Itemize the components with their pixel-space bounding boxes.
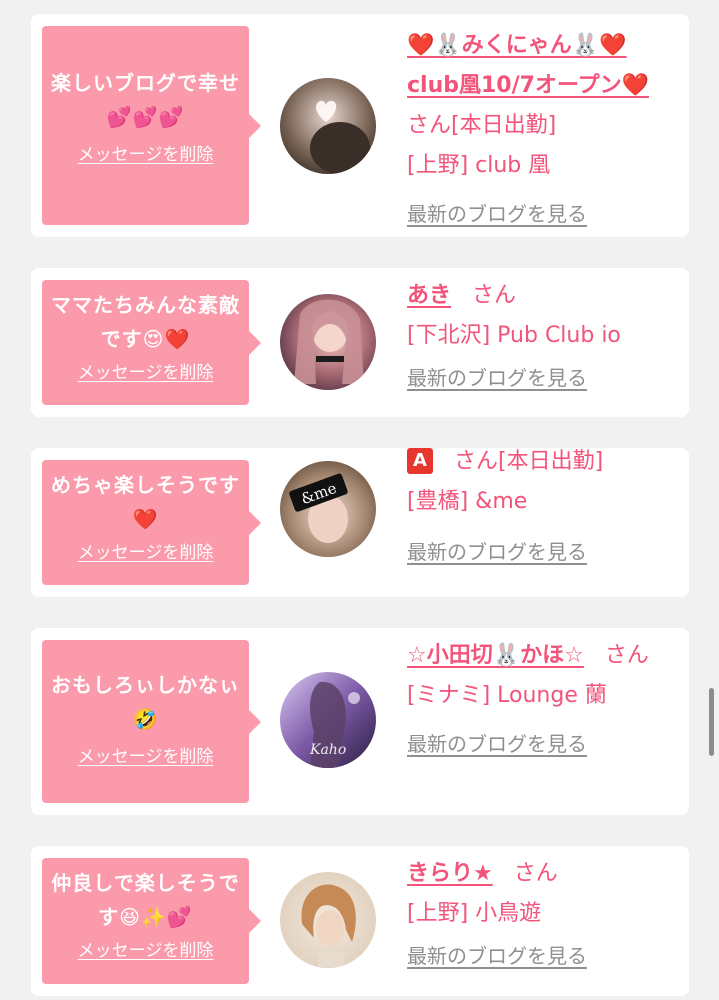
san-suffix: さん — [604, 643, 649, 668]
message-bubble: ママたちみんな素敵です😍❤️ メッセージを削除 — [42, 280, 261, 405]
shop-info: [上野] club 凰 — [407, 153, 551, 178]
delete-message-link[interactable]: メッセージを削除 — [78, 936, 214, 961]
avatar[interactable] — [280, 78, 376, 174]
message-bubble: めちゃ楽しそうです❤️ メッセージを削除 — [42, 460, 261, 585]
avatar[interactable]: &me — [280, 461, 376, 557]
user-info: あき さん [下北沢] Pub Club io 最新のブログを見る — [407, 276, 673, 399]
user-name-link[interactable]: ☆小田切🐰かほ☆ — [407, 643, 584, 668]
avatar[interactable] — [280, 294, 376, 390]
list-item: おもしろぃしかなぃ🤣 メッセージを削除 Kaho ☆小田切🐰かほ☆ さん [ミナ… — [31, 628, 689, 815]
user-name-link[interactable]: あき — [407, 283, 451, 308]
svg-text:Kaho: Kaho — [309, 742, 346, 758]
message-list: 楽しいブログで幸せ💕💕💕 メッセージを削除 ❤️🐰みくにゃん🐰❤️club凰10… — [31, 14, 689, 1000]
list-item: 楽しいブログで幸せ💕💕💕 メッセージを削除 ❤️🐰みくにゃん🐰❤️club凰10… — [31, 14, 689, 237]
avatar-photo-icon: &me — [280, 461, 376, 557]
avatar-photo-icon — [280, 78, 376, 174]
delete-message-link[interactable]: メッセージを削除 — [78, 140, 214, 165]
latest-blog-link[interactable]: 最新のブログを見る — [407, 936, 587, 976]
san-suffix: さん — [454, 449, 499, 474]
latest-blog-link[interactable]: 最新のブログを見る — [407, 532, 587, 572]
shop-info: [ミナミ] Lounge 蘭 — [407, 683, 607, 708]
delete-message-link[interactable]: メッセージを削除 — [78, 742, 214, 767]
message-bubble: 楽しいブログで幸せ💕💕💕 メッセージを削除 — [42, 26, 261, 225]
message-text: おもしろぃしかなぃ🤣 — [51, 673, 240, 731]
status-badge: [本日出勤] — [498, 449, 604, 474]
list-item: めちゃ楽しそうです❤️ メッセージを削除 &me A さん[本日出勤] [豊橋]… — [31, 448, 689, 597]
list-item: 仲良しで楽しそうです😆✨💕 メッセージを削除 きらり★ さん [上野] 小鳥遊 … — [31, 846, 689, 996]
user-info: ❤️🐰みくにゃん🐰❤️club凰10/7オープン❤️ さん[本日出勤] [上野]… — [407, 26, 673, 235]
avatar-photo-icon: Kaho — [280, 672, 376, 768]
shop-info: [上野] 小鳥遊 — [407, 901, 542, 926]
san-suffix: さん — [407, 113, 452, 138]
avatar[interactable]: Kaho — [280, 672, 376, 768]
message-text: ママたちみんな素敵です😍❤️ — [51, 293, 240, 351]
message-list-page: 楽しいブログで幸せ💕💕💕 メッセージを削除 ❤️🐰みくにゃん🐰❤️club凰10… — [0, 0, 719, 1000]
user-info: ☆小田切🐰かほ☆ さん [ミナミ] Lounge 蘭 最新のブログを見る — [407, 636, 673, 765]
avatar[interactable] — [280, 872, 376, 968]
list-item: ママたちみんな素敵です😍❤️ メッセージを削除 あき さん [下北沢] Pub … — [31, 268, 689, 417]
latest-blog-link[interactable]: 最新のブログを見る — [407, 194, 587, 234]
user-info: きらり★ さん [上野] 小鳥遊 最新のブログを見る — [407, 854, 673, 977]
avatar-photo-icon — [280, 872, 376, 968]
san-suffix: さん — [472, 283, 517, 308]
scrollbar[interactable] — [709, 688, 714, 756]
delete-message-link[interactable]: メッセージを削除 — [78, 538, 214, 563]
message-text: 楽しいブログで幸せ💕💕💕 — [51, 71, 240, 129]
message-text: めちゃ楽しそうです❤️ — [51, 473, 240, 531]
latest-blog-link[interactable]: 最新のブログを見る — [407, 358, 587, 398]
latest-blog-link[interactable]: 最新のブログを見る — [407, 724, 587, 764]
shop-info: [豊橋] &me — [407, 489, 528, 514]
user-name-link[interactable]: きらり★ — [407, 861, 493, 886]
message-bubble: おもしろぃしかなぃ🤣 メッセージを削除 — [42, 640, 261, 803]
a-button-icon[interactable]: A — [407, 448, 433, 474]
user-name-link[interactable]: ❤️🐰みくにゃん🐰❤️club凰10/7オープン❤️ — [407, 33, 649, 98]
status-badge: [本日出勤] — [451, 113, 557, 138]
san-suffix: さん — [513, 861, 558, 886]
avatar-photo-icon — [280, 294, 376, 390]
message-bubble: 仲良しで楽しそうです😆✨💕 メッセージを削除 — [42, 858, 261, 984]
shop-info: [下北沢] Pub Club io — [407, 323, 621, 348]
message-text: 仲良しで楽しそうです😆✨💕 — [51, 871, 240, 929]
user-info: A さん[本日出勤] [豊橋] &me 最新のブログを見る — [407, 442, 673, 573]
delete-message-link[interactable]: メッセージを削除 — [78, 358, 214, 383]
